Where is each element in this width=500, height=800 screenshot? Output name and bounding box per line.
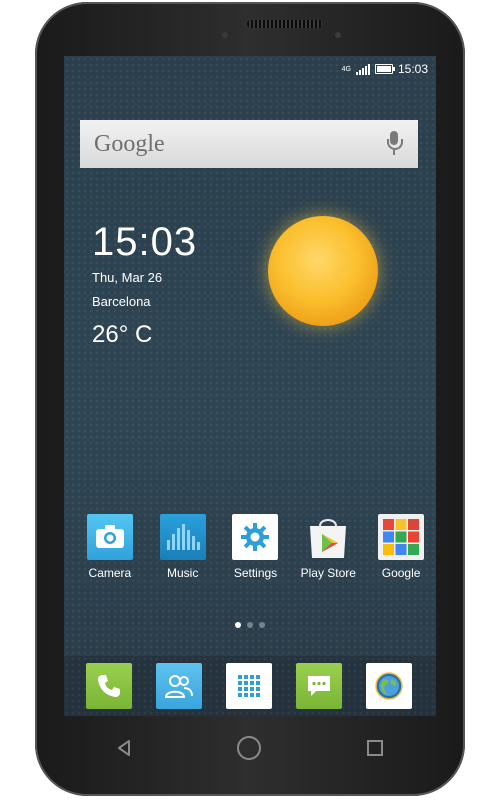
app-drawer-icon[interactable] [226,663,272,709]
page-dot [235,622,241,628]
home-screen: 4G 15:03 Google 15:03 Thu, Mar 26 Barcel… [64,56,436,716]
clock-weather-widget[interactable]: 15:03 Thu, Mar 26 Barcelona 26° C [92,220,197,349]
clock-date: Thu, Mar 26 [92,270,163,285]
weather-city: Barcelona [92,294,151,309]
app-label: Camera [88,566,132,580]
weather-temperature: 26° C [92,321,153,348]
app-play-store[interactable]: Play Store [293,514,363,580]
microphone-icon[interactable] [384,131,404,157]
app-label: Play Store [300,566,356,580]
signal-icon [355,63,370,75]
home-button[interactable] [236,735,262,766]
browser-globe-icon[interactable] [366,663,412,709]
page-indicator [64,622,436,628]
back-button[interactable] [117,739,131,761]
clock-time: 15:03 [92,220,198,264]
music-icon [159,514,206,560]
navigation-bar [64,724,436,776]
app-music[interactable]: Music [148,514,218,580]
page-dot [259,622,265,628]
battery-icon [374,64,395,74]
app-label: Music [167,566,199,580]
home-icon [236,735,261,760]
google-apps-folder-icon [378,514,425,560]
settings-gear-icon [232,514,279,560]
front-sensor [222,32,228,38]
recent-apps-button[interactable] [367,739,384,761]
app-google-folder[interactable]: Google [366,514,436,580]
app-camera[interactable]: Camera [75,514,145,580]
sunny-weather-icon[interactable] [268,216,378,326]
app-label: Settings [233,566,278,580]
app-label: Google [381,566,421,580]
app-row: Camera Music Settings Play Store Google [64,514,436,580]
app-settings[interactable]: Settings [221,514,291,580]
page-dot [247,622,253,628]
back-icon [117,739,130,756]
contacts-icon[interactable] [156,663,202,709]
phone-icon[interactable] [86,663,132,709]
google-search-bar[interactable]: Google [80,120,418,168]
camera-icon [86,514,133,560]
front-camera [335,32,341,38]
play-store-icon [305,514,351,560]
earpiece-speaker [247,20,322,28]
dock [64,656,436,716]
recent-apps-icon [367,739,384,756]
messaging-icon[interactable] [296,663,342,709]
network-type: 4G [341,65,351,73]
google-logo: Google [94,130,165,157]
status-bar: 4G 15:03 [342,62,428,76]
status-time: 15:03 [397,62,428,76]
